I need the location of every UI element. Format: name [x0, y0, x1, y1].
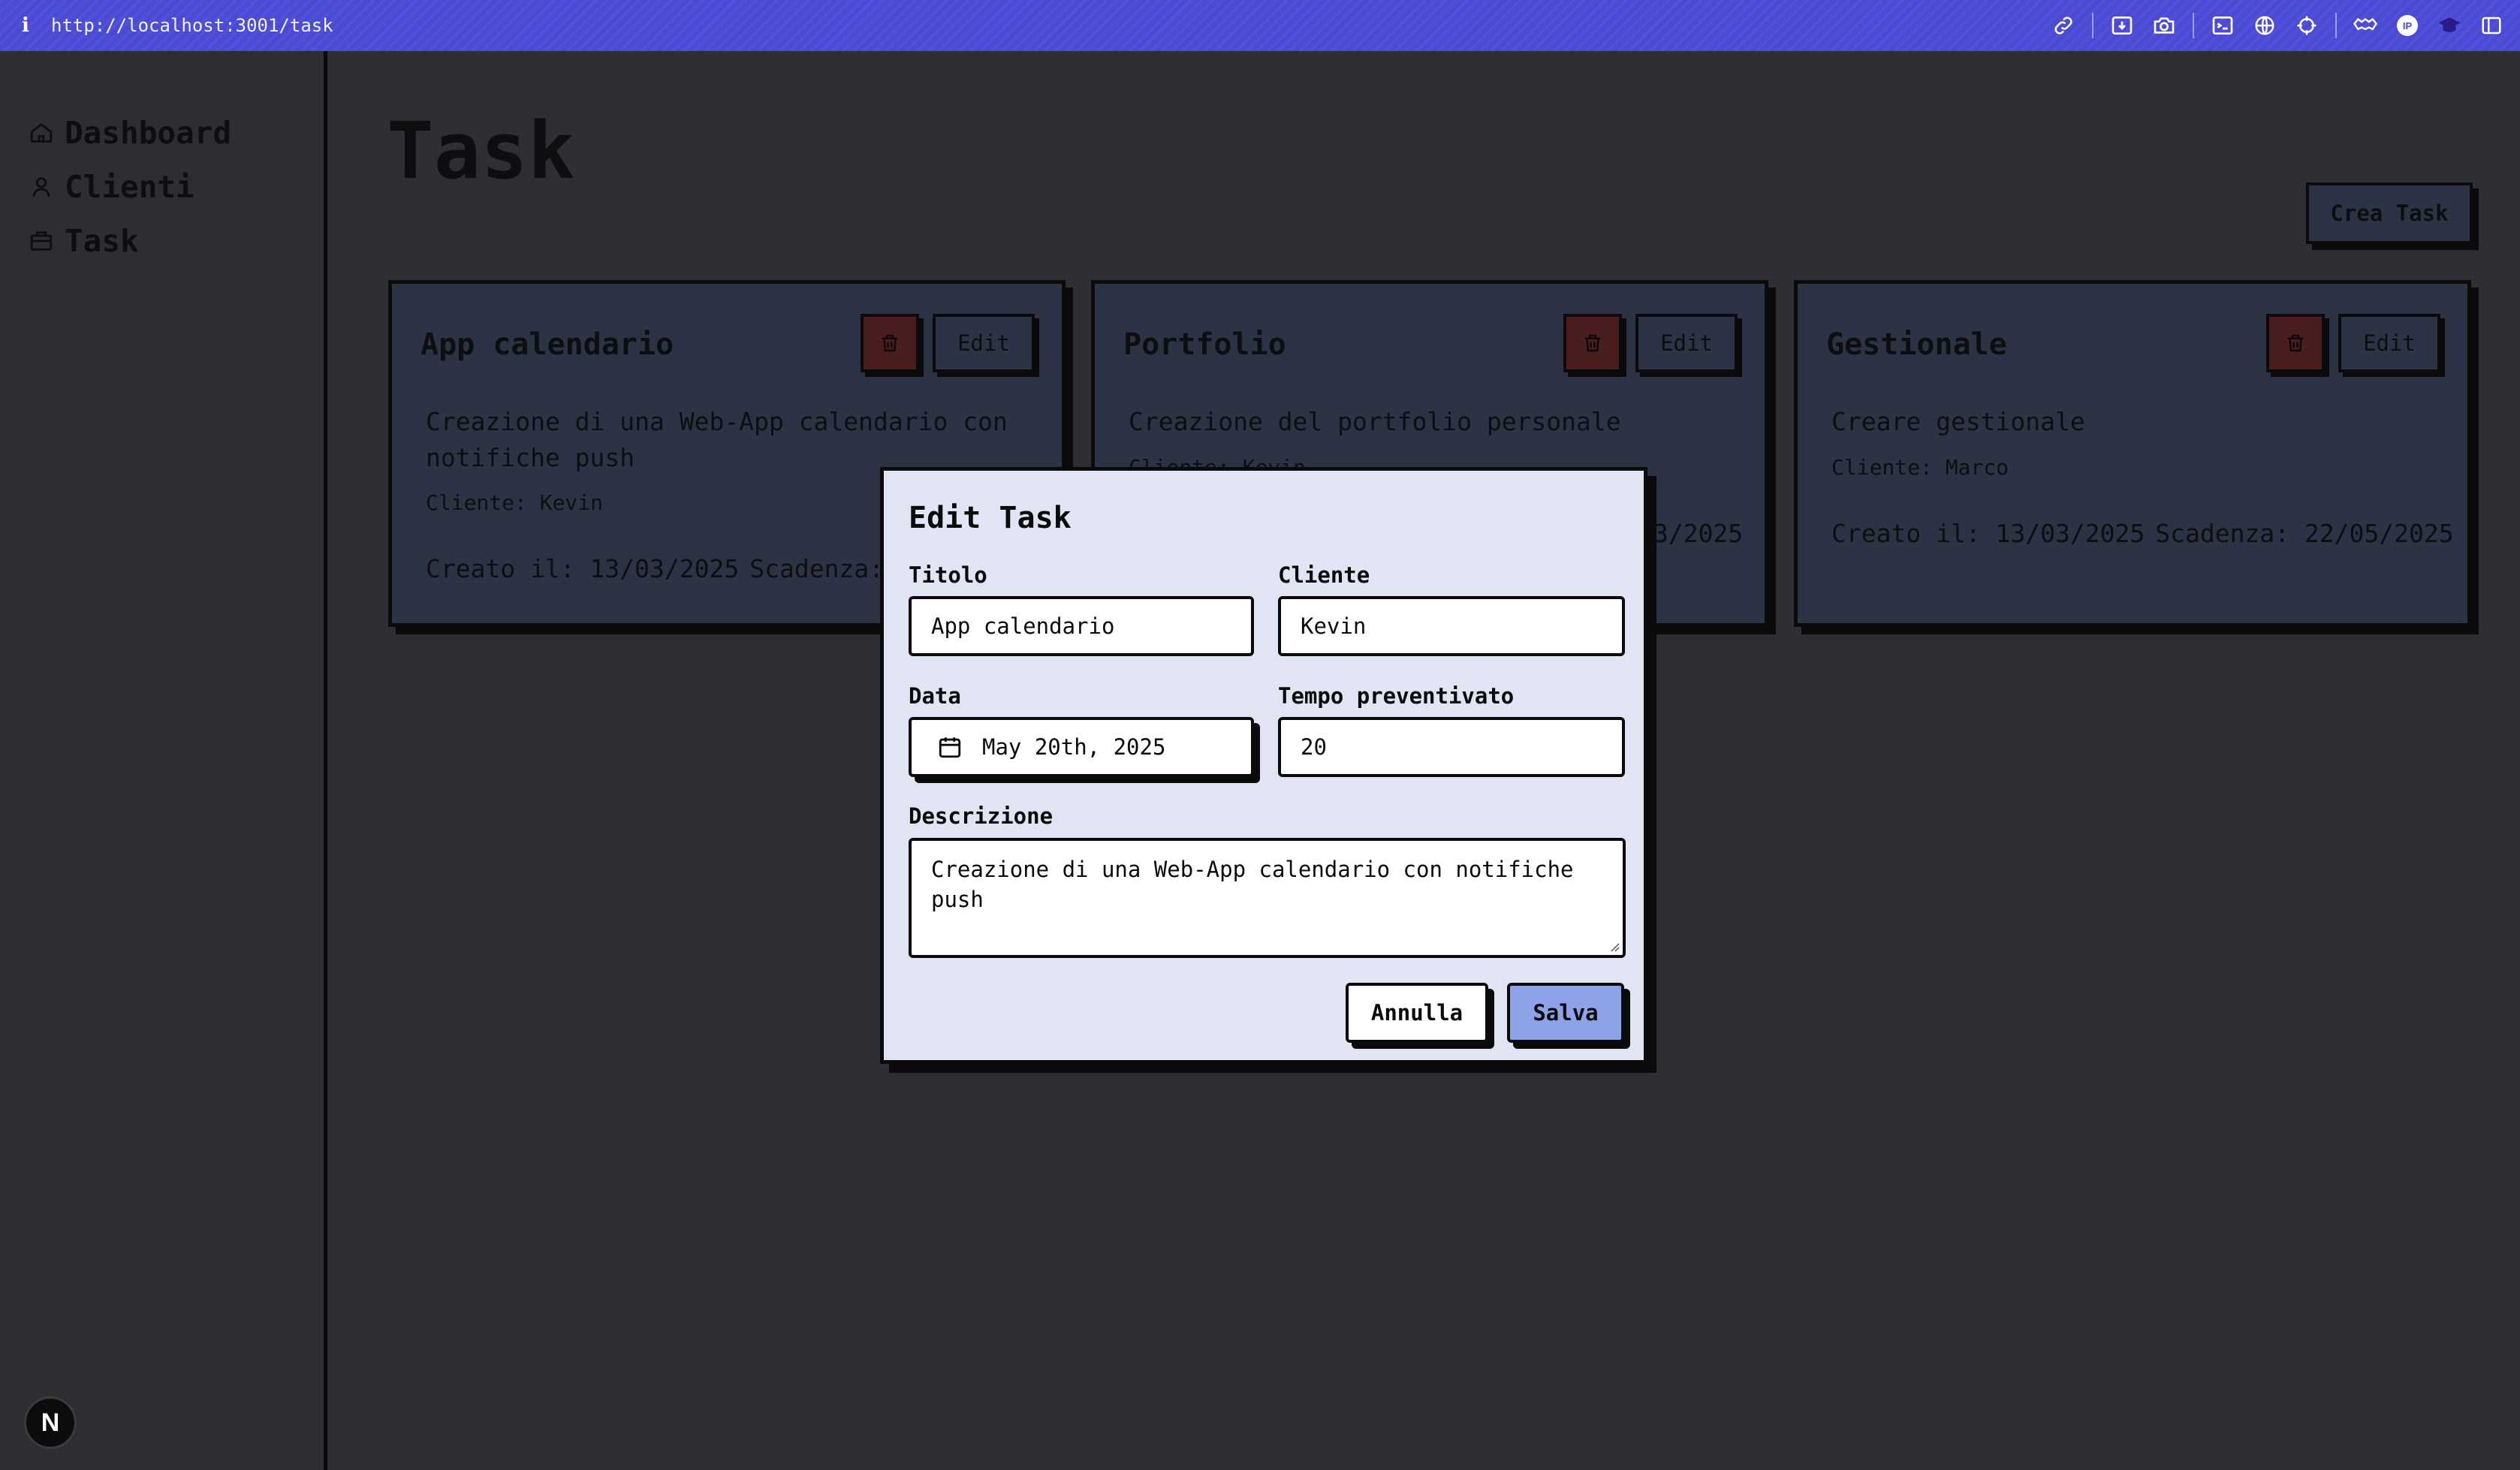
sidebar-item-dashboard[interactable]: Dashboard [29, 115, 231, 151]
task-card-description: Creazione del portfolio personale [1129, 407, 1621, 436]
task-card-deadline: Scadenza: 22/05/2025 [2155, 519, 2454, 548]
dialog-title: Edit Task [909, 501, 1072, 535]
task-card-deadline: Scadenza: [749, 554, 885, 583]
sidebar: Dashboard Clienti Task N [0, 51, 327, 1470]
cliente-input[interactable]: Kevin [1278, 596, 1625, 656]
data-label: Data [909, 683, 961, 709]
descrizione-textarea[interactable]: Creazione di una Web-App calendario con … [909, 838, 1626, 958]
cliente-label: Cliente [1278, 562, 1370, 588]
download-icon[interactable] [2101, 0, 2143, 51]
sidebar-item-label: Task [65, 223, 139, 259]
date-value: May 20th, 2025 [982, 734, 1166, 760]
graduation-cap-icon[interactable] [2428, 0, 2470, 51]
edit-task-button[interactable]: Edit [933, 314, 1035, 372]
link-icon[interactable] [2042, 0, 2084, 51]
sidebar-item-clienti[interactable]: Clienti [29, 169, 194, 205]
page-title: Task [387, 105, 575, 197]
task-card-description: Creare gestionale [1831, 407, 2085, 436]
create-task-button[interactable]: Crea Task [2306, 182, 2473, 244]
titolo-input[interactable]: App calendario [909, 596, 1254, 656]
task-card-deadline: 3/2025 [1653, 519, 1744, 548]
task-card-dates: Creato il: 13/03/2025 Scadenza: 22/05/20… [1831, 519, 2454, 548]
delete-task-button[interactable] [1563, 314, 1622, 372]
user-icon [32, 177, 50, 197]
toolbar-icons: IP [2042, 0, 2512, 51]
nextjs-dev-badge[interactable]: N [24, 1396, 77, 1449]
delete-task-button[interactable] [2266, 314, 2325, 372]
date-picker-button[interactable]: May 20th, 2025 [909, 717, 1254, 777]
terminal-icon[interactable] [2202, 0, 2244, 51]
toolbar-divider [2335, 13, 2337, 38]
browser-toolbar: i http://localhost:3001/task IP [0, 0, 2520, 51]
task-card: Gestionale Edit Creare gestionale Client… [1794, 280, 2471, 627]
calendar-icon [939, 737, 961, 758]
delete-task-button[interactable] [861, 314, 919, 372]
address-bar-url[interactable]: http://localhost:3001/task [51, 15, 333, 36]
task-card-dates: Creato il: 13/03/2025 Scadenza: [426, 554, 884, 583]
task-card-dates: 3/2025 [1643, 519, 1743, 548]
extensions-icon[interactable] [2344, 0, 2386, 51]
edit-task-button[interactable]: Edit [1635, 314, 1738, 372]
trash-icon [2288, 334, 2303, 352]
descrizione-label: Descrizione [909, 803, 1054, 829]
titolo-label: Titolo [909, 562, 987, 588]
edit-task-button[interactable]: Edit [2338, 314, 2440, 372]
sidebar-item-label: Clienti [65, 169, 194, 205]
tempo-input[interactable]: 20 [1278, 717, 1625, 777]
tempo-label: Tempo preventivato [1278, 683, 1515, 709]
globe-icon[interactable] [2244, 0, 2286, 51]
task-card-title: App calendario [421, 327, 674, 362]
task-card-description: Creazione di una Web-App calendario con … [426, 407, 1008, 472]
site-info-icon[interactable]: i [0, 14, 51, 37]
profile-badge-icon[interactable]: IP [2386, 0, 2428, 51]
toolbar-divider [2092, 13, 2093, 38]
home-icon [30, 122, 53, 143]
sidebar-toggle-icon[interactable] [2470, 0, 2512, 51]
briefcase-icon [30, 231, 53, 251]
resize-grip-icon[interactable] [1608, 940, 1620, 952]
profile-badge-text: IP [2403, 20, 2413, 32]
edit-task-dialog: Edit Task Titolo App calendario Cliente … [880, 467, 1647, 1064]
trash-icon [1585, 334, 1600, 352]
task-card-created: Creato il: 13/03/2025 [1831, 519, 2145, 548]
camera-icon[interactable] [2143, 0, 2185, 51]
task-card-client: Cliente: Kevin [426, 490, 604, 515]
save-button[interactable]: Salva [1507, 983, 1624, 1043]
task-card-created: Creato il: 13/03/2025 [426, 554, 740, 583]
toolbar-divider [2193, 13, 2194, 38]
trash-icon [882, 334, 897, 352]
sidebar-item-task[interactable]: Task [29, 223, 139, 259]
cancel-button[interactable]: Annulla [1346, 983, 1488, 1043]
crosshair-icon[interactable] [2286, 0, 2328, 51]
task-card-title: Portfolio [1123, 327, 1286, 362]
task-card-client: Cliente: Marco [1831, 455, 2009, 480]
descrizione-value: Creazione di una Web-App calendario con … [931, 857, 1574, 912]
task-card-title: Gestionale [1826, 327, 2007, 362]
sidebar-item-label: Dashboard [65, 115, 232, 151]
